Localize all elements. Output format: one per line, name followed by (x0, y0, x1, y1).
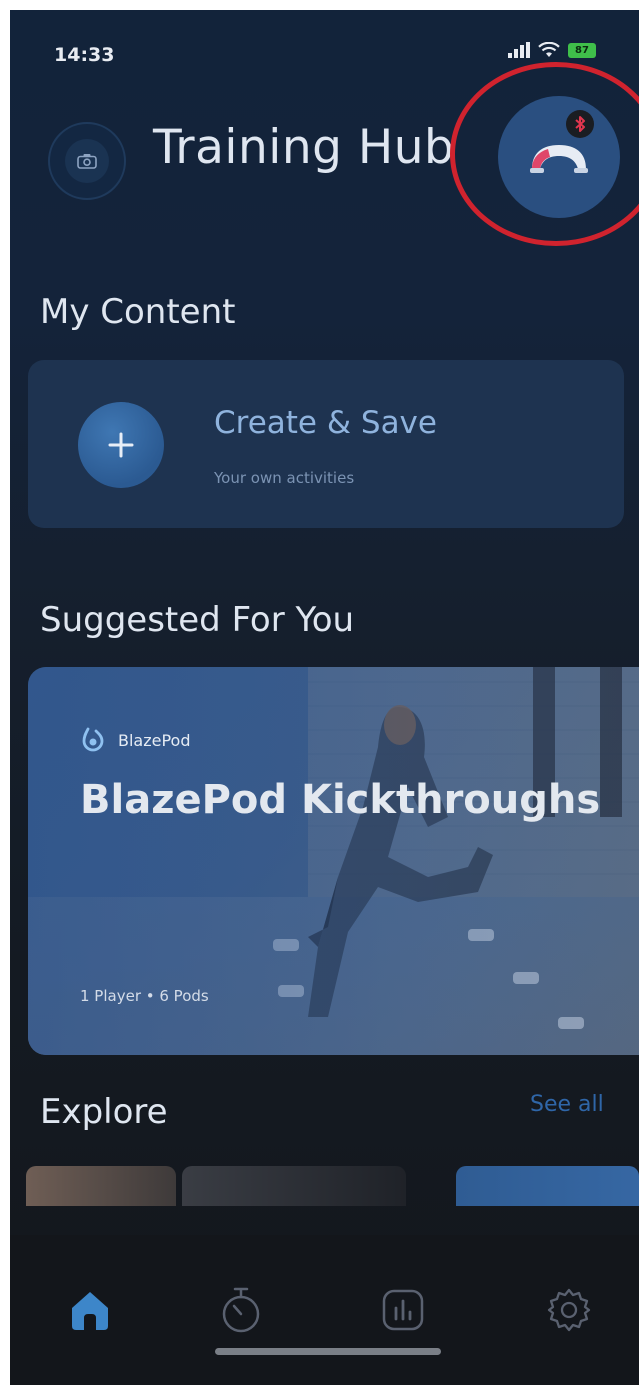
home-icon (72, 1292, 108, 1330)
explore-thumbnail[interactable] (456, 1166, 639, 1206)
my-content-heading: My Content (40, 292, 236, 332)
tab-settings[interactable] (534, 1275, 604, 1345)
create-card-subtitle: Your own activities (214, 469, 355, 487)
settings-gear-icon (547, 1288, 591, 1332)
tab-stats[interactable] (368, 1275, 438, 1345)
tab-home[interactable] (55, 1275, 125, 1345)
bottom-tab-bar (10, 1235, 639, 1385)
status-time: 14:33 (54, 44, 115, 66)
see-all-link[interactable]: See all (530, 1092, 604, 1117)
plus-icon (108, 432, 134, 458)
app-screen: 14:33 87 Training Hub My Content Create … (10, 10, 639, 1385)
stopwatch-icon (222, 1287, 260, 1333)
suggested-card-title: BlazePod Kickthroughs (80, 777, 601, 823)
tab-timer[interactable] (206, 1275, 276, 1345)
stats-icon (382, 1289, 424, 1331)
brand-name: BlazePod (118, 730, 191, 750)
battery-indicator: 87 (568, 42, 596, 58)
explore-heading: Explore (40, 1092, 168, 1132)
status-icons: 87 (508, 42, 596, 58)
suggested-card-meta: 1 Player • 6 Pods (80, 987, 209, 1005)
suggested-activity-card[interactable]: BlazePod BlazePod Kickthroughs 1 Player … (28, 667, 639, 1055)
explore-thumbnail[interactable] (182, 1166, 406, 1206)
suggested-heading: Suggested For You (40, 600, 355, 640)
explore-thumbnail[interactable] (26, 1166, 176, 1206)
brand-row: BlazePod (82, 727, 191, 753)
create-save-card[interactable]: Create & Save Your own activities (28, 360, 624, 528)
blazepod-logo-icon (82, 727, 104, 752)
home-indicator[interactable] (215, 1348, 441, 1355)
create-card-title: Create & Save (214, 405, 437, 441)
highlight-annotation-circle (450, 62, 639, 246)
signal-icon (508, 42, 530, 58)
plus-button[interactable] (78, 402, 164, 488)
wifi-icon (538, 42, 560, 57)
page-title: Training Hub (153, 120, 455, 175)
camera-icon (77, 154, 97, 169)
camera-button[interactable] (48, 122, 126, 200)
